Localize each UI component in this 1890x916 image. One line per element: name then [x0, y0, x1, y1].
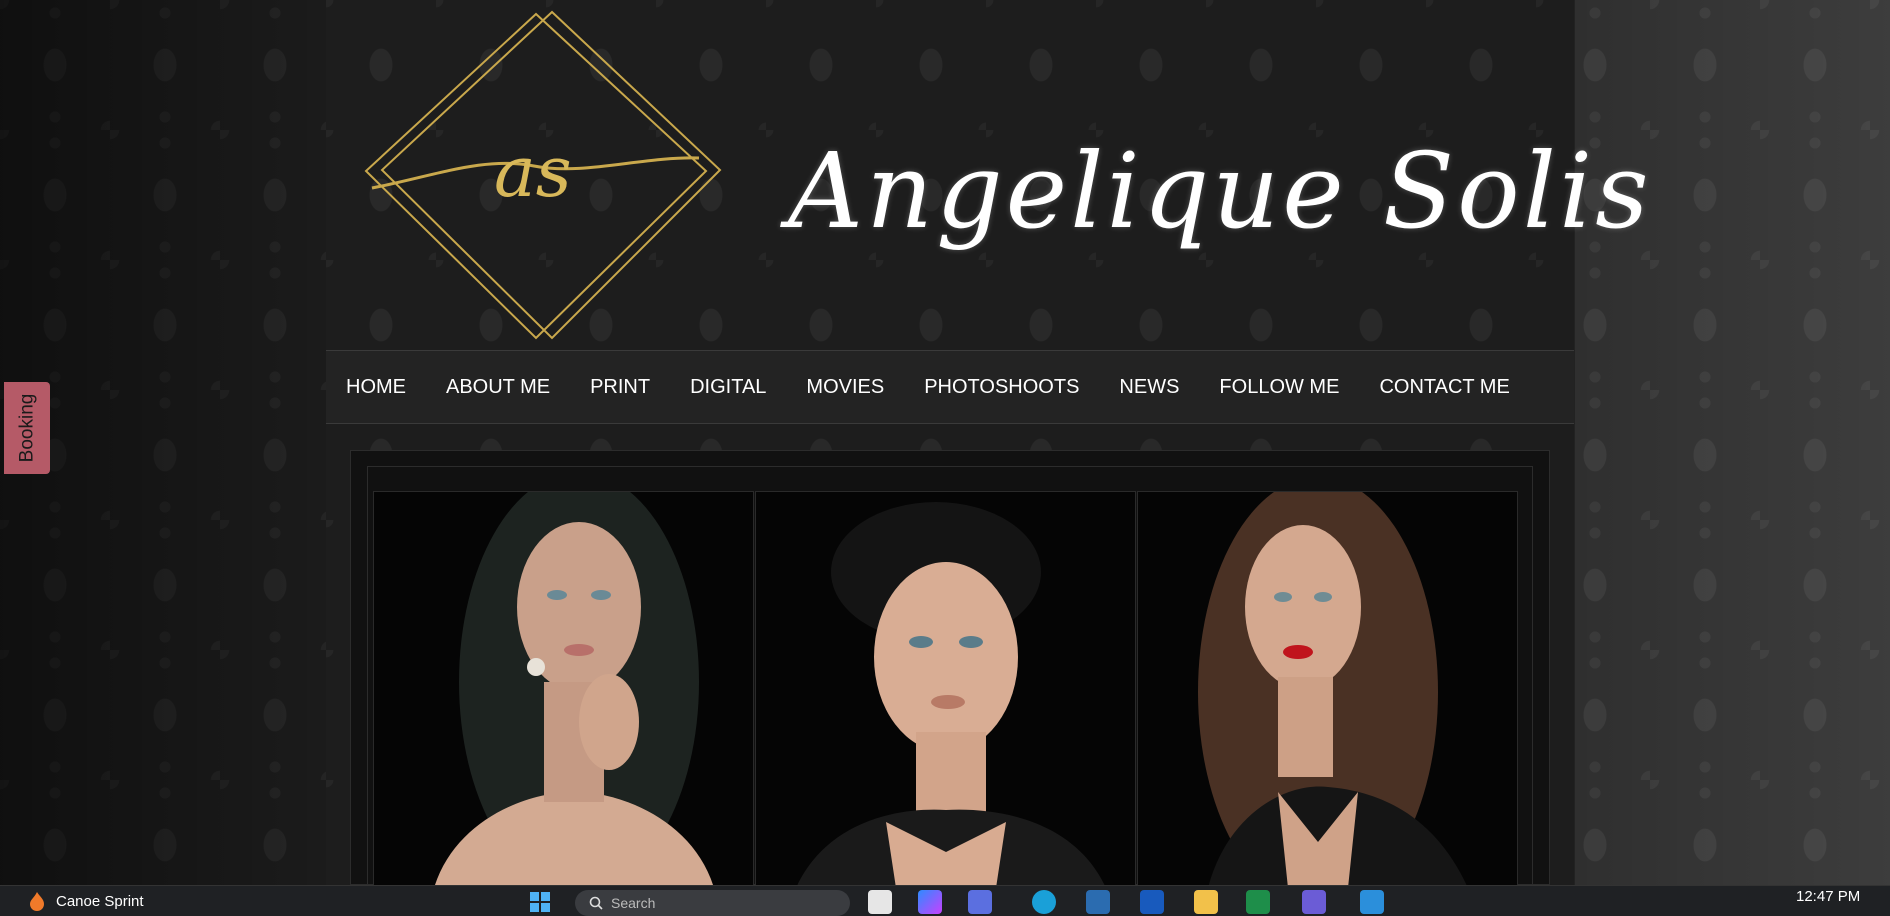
search-placeholder: Search [611, 895, 656, 911]
gallery-frame [367, 466, 1533, 887]
nav-item-digital[interactable]: DIGITAL [690, 376, 766, 399]
logo-monogram: as [494, 131, 572, 213]
logo-diamond-icon[interactable]: as [364, 6, 724, 346]
edge-browser-icon[interactable] [1032, 890, 1056, 914]
portrait-2-image [797, 502, 1105, 886]
nav-item-contact-me[interactable]: CONTACT ME [1379, 376, 1509, 399]
flame-icon [30, 892, 44, 911]
nav-item-movies[interactable]: MOVIES [806, 376, 884, 399]
taskbar-clock[interactable]: 12:47 PM [1796, 888, 1860, 905]
teams-app-icon[interactable] [1302, 890, 1326, 914]
copilot-app-icon[interactable] [918, 890, 942, 914]
portrait-3-image [1198, 492, 1468, 886]
portrait-1-image [434, 492, 714, 886]
gallery-photo-1[interactable] [373, 491, 754, 887]
gallery [350, 450, 1550, 887]
booking-tab-label: Booking [16, 393, 38, 463]
nav-item-follow-me[interactable]: FOLLOW ME [1219, 376, 1339, 399]
app-icon-5[interactable] [1086, 890, 1110, 914]
site-header: as Angelique Solis [326, 0, 1652, 350]
taskbar-weather-widget[interactable]: Canoe Sprint [26, 890, 144, 912]
nav-item-home[interactable]: HOME [346, 376, 406, 399]
taskbar-app-label: Canoe Sprint [56, 892, 144, 910]
taskbar-search-box[interactable]: Search [575, 890, 850, 916]
word-app-icon[interactable] [1140, 890, 1164, 914]
vscode-app-icon[interactable] [1360, 890, 1384, 914]
taskbar: Canoe Sprint Search 12:47 PM [0, 885, 1890, 916]
gallery-photo-3[interactable] [1137, 491, 1518, 887]
site-title: Angelique Solis [788, 130, 1652, 252]
excel-app-icon[interactable] [1246, 890, 1270, 914]
file-explorer-app-icon[interactable] [868, 890, 892, 914]
search-icon [589, 896, 603, 910]
booking-tab-button[interactable]: Booking [4, 382, 50, 474]
nav-item-print[interactable]: PRINT [590, 376, 650, 399]
app-icon-3[interactable] [968, 890, 992, 914]
nav-item-about-me[interactable]: ABOUT ME [446, 376, 550, 399]
nav-item-news[interactable]: NEWS [1119, 376, 1179, 399]
nav-item-photoshoots[interactable]: PHOTOSHOOTS [924, 376, 1079, 399]
site-container: as Angelique Solis HOME ABOUT ME PRINT D… [326, 0, 1652, 887]
windows-start-icon[interactable] [528, 890, 552, 914]
main-navigation: HOME ABOUT ME PRINT DIGITAL MOVIES PHOTO… [326, 350, 1574, 424]
folder-icon[interactable] [1194, 890, 1218, 914]
gallery-photo-2[interactable] [755, 491, 1136, 887]
